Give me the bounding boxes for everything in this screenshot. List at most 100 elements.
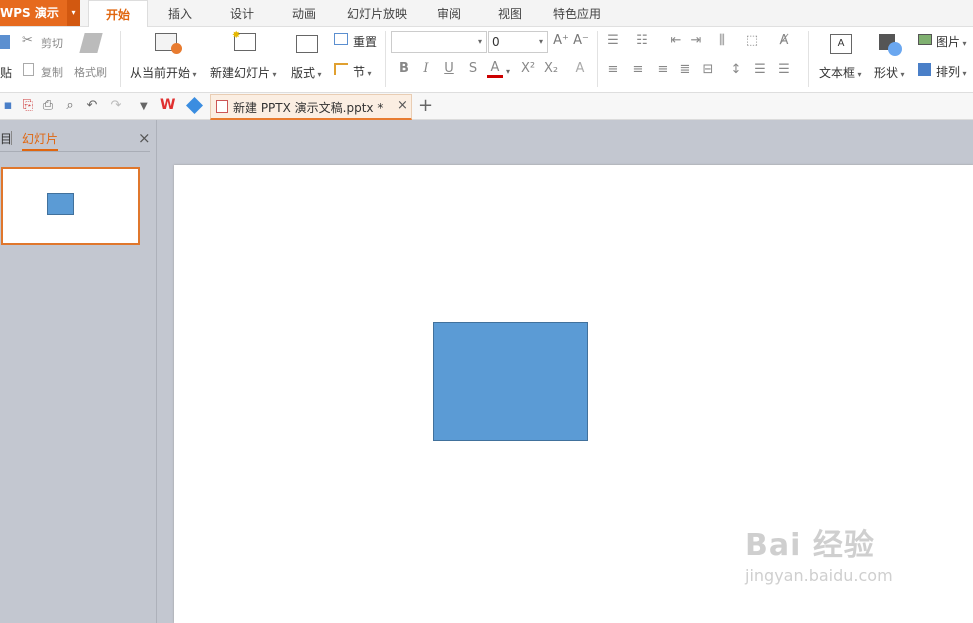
text-direction-icon[interactable]: Ⱥ <box>776 33 792 48</box>
from-current-button[interactable]: 从当前开始 ▾ <box>130 64 197 81</box>
paste-icon[interactable] <box>0 35 10 49</box>
tab-slideshow[interactable]: 幻灯片放映 <box>340 0 414 27</box>
close-tab-icon[interactable]: × <box>397 98 408 113</box>
numbering-icon[interactable]: ☷ <box>634 33 650 48</box>
new-slide-label: 新建幻灯片 <box>210 66 271 80</box>
tab-review[interactable]: 审阅 <box>424 0 474 27</box>
shadow-button[interactable]: S <box>465 61 481 76</box>
paste-button[interactable]: 贴 <box>0 64 12 81</box>
document-tab-title: 新建 PPTX 演示文稿.pptx * <box>233 101 384 115</box>
chevron-down-icon: ▾ <box>960 39 967 48</box>
panel-divider <box>0 151 150 152</box>
line-spacing-icon[interactable]: ↕ <box>728 62 744 77</box>
quick-access-bar: ▪ ⎘ ⎙ ⌕ ↶ ↷ ▼ W <box>0 93 973 120</box>
chevron-down-icon[interactable]: ▾ <box>478 37 482 46</box>
tab-insert[interactable]: 插入 <box>155 0 205 27</box>
paragraph-settings-icon[interactable]: ☰ <box>776 62 792 77</box>
textbox-label: 文本框 <box>819 66 856 80</box>
chevron-down-icon[interactable]: ▾ <box>539 37 543 46</box>
chevron-down-icon: ▾ <box>190 70 197 79</box>
shape-button[interactable]: 形状 ▾ <box>874 64 905 81</box>
redo-icon[interactable]: ↷ <box>108 98 124 113</box>
chevron-down-icon[interactable]: ▾ <box>506 67 510 76</box>
distribute-icon[interactable]: ⊟ <box>700 62 716 77</box>
tab-home[interactable]: 开始 <box>88 0 148 27</box>
print-icon[interactable]: ⎙ <box>40 98 56 113</box>
new-slide-button[interactable]: 新建幻灯片 ▾ <box>210 64 277 81</box>
play-from-current-icon[interactable] <box>155 33 182 54</box>
clear-format-button[interactable]: A <box>572 61 588 76</box>
justify-icon[interactable]: ≣ <box>677 62 693 77</box>
slide-thumbnail[interactable] <box>1 167 140 245</box>
slides-tab[interactable]: 幻灯片 <box>22 130 59 151</box>
underline-button[interactable]: U <box>441 61 457 76</box>
paragraph-spacing-icon[interactable]: ☰ <box>752 62 768 77</box>
export-pdf-icon[interactable]: ⎘ <box>20 98 36 113</box>
text-align-vertical-icon[interactable]: ⬚ <box>744 33 760 48</box>
close-panel-icon[interactable]: × <box>138 129 151 147</box>
ribbon-separator <box>385 31 386 87</box>
layout-icon[interactable] <box>296 35 318 53</box>
app-menu-dropdown[interactable]: ▾ <box>67 0 80 26</box>
section-button[interactable]: 节 ▾ <box>353 63 372 80</box>
font-color-button[interactable]: A <box>487 60 503 78</box>
new-slide-icon[interactable]: ✸ <box>232 30 256 51</box>
shape-label: 形状 <box>874 66 899 80</box>
document-tab[interactable]: 新建 PPTX 演示文稿.pptx * × <box>210 94 412 120</box>
align-right-icon[interactable]: ≡ <box>655 62 671 77</box>
picture-icon[interactable] <box>918 34 932 45</box>
watermark-url: jingyan.baidu.com <box>745 566 893 585</box>
undo-icon[interactable]: ↶ <box>84 98 100 113</box>
scissors-icon[interactable]: ✂ <box>22 33 36 48</box>
align-left-icon[interactable]: ≡ <box>605 62 621 77</box>
tab-animation[interactable]: 动画 <box>279 0 329 27</box>
textbox-button[interactable]: 文本框 ▾ <box>819 64 862 81</box>
align-center-icon[interactable]: ≡ <box>630 62 646 77</box>
rectangle-shape[interactable] <box>433 322 588 441</box>
print-preview-icon[interactable]: ⌕ <box>62 98 78 113</box>
grow-font-button[interactable]: A⁺ <box>553 33 569 48</box>
reset-icon[interactable] <box>334 33 348 45</box>
font-name-field[interactable] <box>391 31 487 53</box>
bold-button[interactable]: B <box>396 61 412 76</box>
arrange-button[interactable]: 排列 ▾ <box>936 63 967 80</box>
tab-view[interactable]: 视图 <box>485 0 535 27</box>
copy-icon[interactable] <box>23 63 34 76</box>
format-painter-icon[interactable] <box>79 33 103 53</box>
section-icon[interactable] <box>334 63 348 75</box>
reset-button[interactable]: 重置 <box>353 33 377 50</box>
copy-button[interactable]: 复制 <box>41 64 63 80</box>
new-tab-button[interactable]: + <box>418 95 433 116</box>
thumbnail-rectangle <box>47 193 74 215</box>
chevron-down-icon: ▾ <box>315 70 322 79</box>
ribbon: 贴 ✂ 剪切 复制 格式刷 从当前开始 ▾ ✸ 新建幻灯片 ▾ 版式 ▾ 重置 … <box>0 27 973 93</box>
increase-indent-icon[interactable]: ⇥ <box>688 33 704 48</box>
tab-design[interactable]: 设计 <box>217 0 267 27</box>
italic-button[interactable]: I <box>418 61 434 76</box>
customize-dropdown-icon[interactable]: ▼ <box>140 101 148 112</box>
columns-icon[interactable]: ⫼ <box>714 33 730 48</box>
superscript-button[interactable]: X² <box>518 61 538 76</box>
baidu-jingyan-watermark: Bai 经验 jingyan.baidu.com <box>745 520 893 585</box>
save-icon[interactable]: ▪ <box>0 98 16 113</box>
chevron-down-icon: ▾ <box>855 70 862 79</box>
picture-label: 图片 <box>936 35 961 49</box>
shrink-font-button[interactable]: A⁻ <box>573 33 589 48</box>
chevron-down-icon: ▾ <box>898 70 905 79</box>
section-label: 节 <box>353 65 366 79</box>
arrange-icon[interactable] <box>918 63 931 76</box>
textbox-icon[interactable]: A <box>830 34 852 54</box>
tab-special[interactable]: 特色应用 <box>546 0 608 27</box>
wps-logo-icon[interactable]: W <box>160 97 175 113</box>
layout-button[interactable]: 版式 ▾ <box>291 64 322 81</box>
cloud-cube-icon[interactable] <box>186 97 203 114</box>
app-menu-button[interactable]: WPS 演示 <box>0 0 67 26</box>
arrange-label: 排列 <box>936 65 961 79</box>
format-painter-button[interactable]: 格式刷 <box>74 64 107 80</box>
cut-button[interactable]: 剪切 <box>41 35 63 51</box>
picture-button[interactable]: 图片 ▾ <box>936 33 967 50</box>
bullets-icon[interactable]: ☰ <box>605 33 621 48</box>
shape-icon[interactable] <box>879 34 902 56</box>
decrease-indent-icon[interactable]: ⇤ <box>668 33 684 48</box>
subscript-button[interactable]: X₂ <box>541 61 561 76</box>
